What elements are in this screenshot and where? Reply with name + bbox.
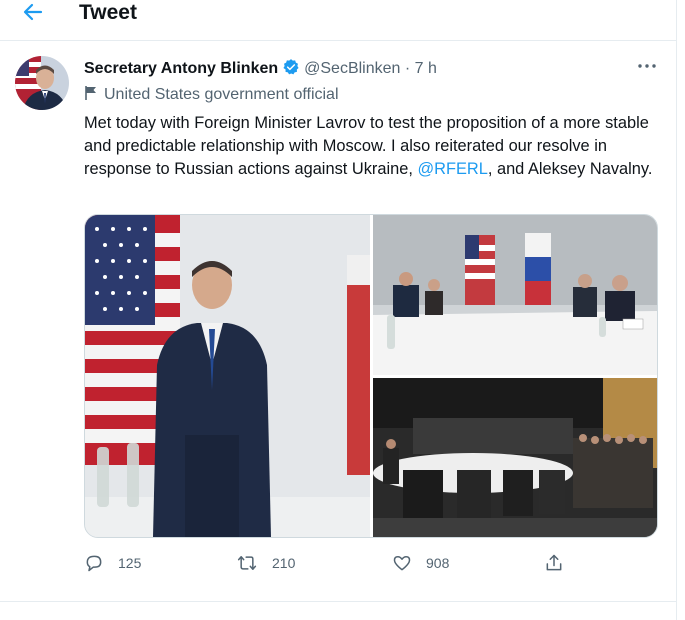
- share-button[interactable]: [544, 550, 578, 576]
- mention-link[interactable]: @RFERL: [417, 160, 487, 178]
- back-button[interactable]: [18, 0, 48, 26]
- arrow-left-icon: [23, 3, 43, 21]
- dot-separator: ·: [404, 60, 411, 77]
- page-title: Tweet: [79, 1, 137, 24]
- flag-icon: [85, 86, 96, 100]
- photo-meeting-table[interactable]: [373, 215, 657, 375]
- heart-icon: [393, 556, 411, 571]
- tweet-text-part2: , and Aleksey Navalny.: [487, 160, 653, 178]
- author-name[interactable]: Secretary Antony Blinken: [84, 60, 278, 77]
- like-count: 908: [426, 555, 450, 571]
- divider: [0, 601, 676, 602]
- reply-count: 125: [118, 555, 142, 571]
- avatar[interactable]: [15, 56, 69, 110]
- author-handle[interactable]: @SecBlinken: [304, 60, 400, 77]
- share-icon: [546, 554, 562, 571]
- affiliation-label: United States government official: [84, 85, 339, 105]
- photo-meeting-room[interactable]: [373, 378, 657, 537]
- reply-button[interactable]: 125: [84, 550, 141, 576]
- retweet-button[interactable]: 210: [236, 550, 295, 576]
- tweet-time[interactable]: 7 h: [415, 60, 437, 77]
- tweet-text: Met today with Foreign Minister Lavrov t…: [84, 112, 664, 181]
- media-grid: [84, 214, 658, 538]
- tweet-page: Tweet Secretary Antony Blinken @SecBlinke…: [0, 0, 677, 620]
- author-row: Secretary Antony Blinken @SecBlinken · 7 …: [84, 58, 437, 78]
- tweet-actions: 125 210 908: [84, 550, 584, 576]
- retweet-icon: [237, 556, 257, 570]
- more-dots-icon: [638, 64, 656, 68]
- affiliation-text: United States government official: [104, 86, 339, 103]
- photo-blinken-portrait[interactable]: [85, 215, 370, 537]
- reply-icon: [86, 555, 102, 572]
- verified-badge-icon: [282, 58, 300, 82]
- more-button[interactable]: [636, 58, 658, 74]
- like-button[interactable]: 908: [392, 550, 449, 576]
- page-header: Tweet: [0, 0, 676, 41]
- retweet-count: 210: [272, 555, 296, 571]
